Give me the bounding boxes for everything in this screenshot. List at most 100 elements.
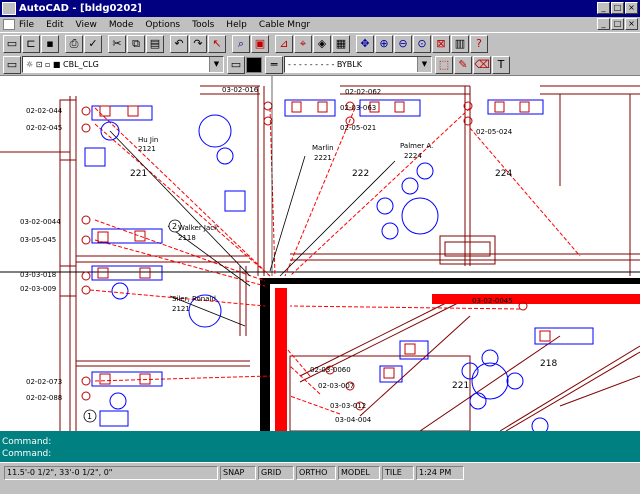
properties-icon[interactable]: ▦ — [332, 34, 350, 53]
port-label: 03-02-0044 — [20, 218, 61, 226]
occupant-name: Hu Jin — [138, 136, 158, 144]
minimize-button[interactable]: _ — [597, 2, 610, 14]
redo-icon[interactable]: ↷ — [189, 34, 207, 53]
make-layer-current-icon[interactable]: ▭ — [227, 55, 245, 74]
occupant-name: Palmer A. — [400, 142, 433, 150]
color-swatch[interactable] — [246, 56, 262, 73]
menu-tools[interactable]: Tools — [192, 20, 214, 30]
occupant-labels: Hu Jin 2121 Marlin 2221 Palmer A. 2224 W… — [138, 136, 433, 313]
cable-tray — [275, 288, 287, 431]
layer-icon[interactable]: ◈ — [313, 34, 331, 53]
pick-icon[interactable]: ↖ — [208, 34, 226, 53]
occupant-name: Siler, Ronald — [172, 295, 216, 303]
save-disk-icon[interactable]: ▪ — [41, 34, 59, 53]
status-bar: 11.5'-0 1/2", 33'-0 1/2", 0" SNAP GRID O… — [0, 462, 640, 494]
help-icon[interactable]: ? — [470, 34, 488, 53]
layer-value: CBL_CLG — [63, 60, 99, 69]
port-label: 02-02-073 — [26, 378, 62, 386]
pan-icon[interactable]: ✥ — [356, 34, 374, 53]
maximize-button[interactable]: □ — [611, 2, 624, 14]
room-number: 218 — [540, 359, 557, 369]
snap-toggle[interactable]: SNAP — [220, 466, 256, 480]
list-icon[interactable]: ⬚ — [435, 55, 453, 74]
menu-options[interactable]: Options — [145, 20, 180, 30]
open-folder-icon[interactable]: ⊏ — [22, 34, 40, 53]
menu-bar: File Edit View Mode Options Tools Help C… — [0, 17, 640, 32]
crosshair-cursor — [150, 76, 273, 276]
standard-toolbar: ▭ ⊏ ▪ ⎙ ✓ ✂ ⧉ ▤ ↶ ↷ ↖ ⌕ ▣ ⊿ ⌖ ◈ ▦ ✥ ⊕ ⊖ … — [0, 32, 640, 54]
linetype-value: - - - - - - - - - BYBLK — [288, 60, 362, 69]
match-properties-icon[interactable]: ✎ — [454, 55, 472, 74]
erase-icon[interactable]: ⌫ — [473, 55, 491, 74]
copy-icon[interactable]: ⧉ — [127, 34, 145, 53]
linetype-icon[interactable]: ═ — [265, 55, 283, 74]
room-number: 222 — [352, 169, 369, 179]
menu-help[interactable]: Help — [226, 20, 247, 30]
tiled-viewport-icon[interactable]: ▥ — [451, 34, 469, 53]
tile-toggle[interactable]: TILE — [382, 466, 414, 480]
print-icon[interactable]: ⎙ — [65, 34, 83, 53]
drawing-area[interactable]: 2 1 02-02-044 02-02-045 02-02-062 02-03-… — [0, 76, 640, 431]
corridor-wall — [260, 278, 270, 431]
port-label: 03-03-012 — [330, 402, 366, 410]
callout-number: 1 — [87, 412, 92, 421]
ortho-toggle[interactable]: ORTHO — [296, 466, 336, 480]
spell-check-icon[interactable]: ✓ — [84, 34, 102, 53]
zoom-out-icon[interactable]: ⊖ — [394, 34, 412, 53]
title-bar[interactable]: AutoCAD - [bldg0202] _ □ × — [0, 0, 640, 17]
redraw-icon[interactable]: ▣ — [251, 34, 269, 53]
chevron-down-icon[interactable]: ▼ — [209, 57, 223, 72]
paste-icon[interactable]: ▤ — [146, 34, 164, 53]
layers-dialog-icon[interactable]: ▭ — [3, 55, 21, 74]
menu-cable-mngr[interactable]: Cable Mngr — [259, 20, 310, 30]
floor-plan[interactable]: 2 1 02-02-044 02-02-045 02-02-062 02-03-… — [0, 76, 640, 431]
clock: 1:24 PM — [416, 466, 464, 480]
port-label: 02-02-044 — [26, 107, 63, 115]
port-label: 02-05-021 — [340, 124, 376, 132]
port-label: 02-02-045 — [26, 124, 62, 132]
undo-icon[interactable]: ↶ — [170, 34, 188, 53]
layer-state-icons: ☼ ⊡ ▫ ■ — [26, 60, 64, 69]
linetype-dropdown[interactable]: - - - - - - - - - BYBLK ▼ — [284, 56, 432, 73]
chevron-down-icon[interactable]: ▼ — [417, 57, 431, 72]
callout-number: 2 — [172, 222, 177, 231]
cut-icon[interactable]: ✂ — [108, 34, 126, 53]
doc-restore-button[interactable]: □ — [611, 18, 624, 30]
text-icon[interactable]: T — [492, 55, 510, 74]
app-icon[interactable] — [2, 2, 16, 15]
command-input[interactable]: Command: — [2, 448, 51, 460]
menu-edit[interactable]: Edit — [46, 20, 63, 30]
layer-dropdown[interactable]: ☼ ⊡ ▫ ■ CBL_CLG ▼ — [22, 56, 224, 73]
menu-view[interactable]: View — [76, 20, 97, 30]
aerial-view-icon[interactable]: ⊠ — [432, 34, 450, 53]
autocad-window: AutoCAD - [bldg0202] _ □ × File Edit Vie… — [0, 0, 640, 494]
doc-close-button[interactable]: × — [625, 18, 638, 30]
port-label: 02-02-088 — [26, 394, 62, 402]
window-title: AutoCAD - [bldg0202] — [19, 3, 142, 14]
new-file-icon[interactable]: ▭ — [3, 34, 21, 53]
close-button[interactable]: × — [625, 2, 638, 14]
zoom-in-icon[interactable]: ⊕ — [375, 34, 393, 53]
occupant-room: 2221 — [314, 154, 332, 162]
menu-file[interactable]: File — [19, 20, 34, 30]
model-toggle[interactable]: MODEL — [338, 466, 380, 480]
command-history: Command: — [2, 437, 52, 447]
document-icon[interactable] — [3, 19, 15, 30]
port-label: 02-03-063 — [340, 104, 376, 112]
occupant-name: Marlin — [312, 144, 334, 152]
command-panel[interactable]: Command: Command: — [0, 431, 640, 462]
snap-tool-icon[interactable]: ⊿ — [275, 34, 293, 53]
grid-toggle[interactable]: GRID — [258, 466, 294, 480]
occupant-room: 2224 — [404, 152, 422, 160]
zoom-window-icon[interactable]: ⌕ — [232, 34, 250, 53]
port-label: 03-04-004 — [335, 416, 372, 424]
osnap-icon[interactable]: ⌖ — [294, 34, 312, 53]
zoom-extents-icon[interactable]: ⊙ — [413, 34, 431, 53]
port-label: 02-03-009 — [20, 285, 56, 293]
menu-mode[interactable]: Mode — [109, 20, 134, 30]
room-number: 221 — [130, 169, 147, 179]
doc-minimize-button[interactable]: _ — [597, 18, 610, 30]
room-number: 224 — [495, 169, 512, 179]
port-label: 03-02-0045 — [472, 297, 513, 305]
port-label: 03-03-018 — [20, 271, 56, 279]
